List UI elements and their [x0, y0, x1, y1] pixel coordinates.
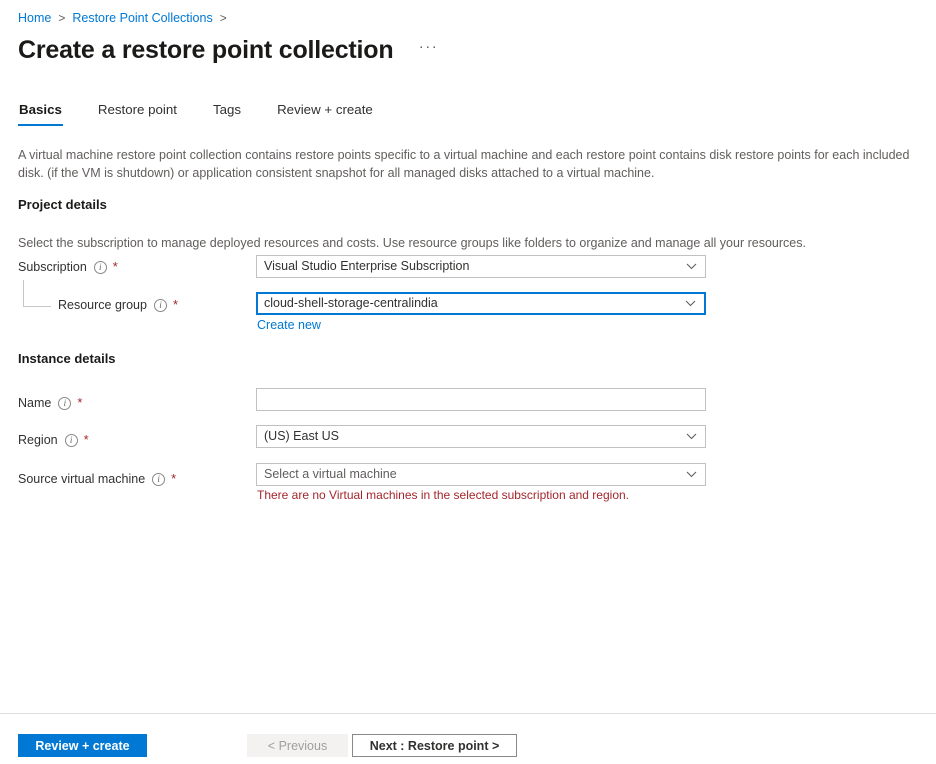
more-options-icon[interactable]: ··· — [415, 37, 441, 63]
subscription-value: Visual Studio Enterprise Subscription — [264, 257, 678, 276]
create-new-resource-group-link[interactable]: Create new — [257, 318, 321, 332]
section-heading-project-details: Project details — [18, 197, 107, 212]
chevron-down-icon — [678, 433, 704, 440]
breadcrumb-separator-2: > — [220, 9, 227, 27]
label-name: Name i * — [18, 394, 82, 412]
resource-group-dropdown[interactable]: cloud-shell-storage-centralindia — [256, 292, 706, 315]
page-title: Create a restore point collection — [18, 34, 393, 66]
label-name-text: Name — [18, 394, 51, 412]
label-subscription: Subscription i * — [18, 258, 118, 276]
label-region: Region i * — [18, 431, 89, 449]
wizard-tabs: Basics Restore point Tags Review + creat… — [18, 99, 408, 126]
section-heading-instance-details: Instance details — [18, 351, 116, 366]
source-virtual-machine-dropdown[interactable]: Select a virtual machine — [256, 463, 706, 486]
info-icon[interactable]: i — [94, 261, 107, 274]
required-indicator: * — [171, 474, 176, 484]
previous-button: < Previous — [247, 734, 348, 757]
label-subscription-text: Subscription — [18, 258, 87, 276]
tab-review-create[interactable]: Review + create — [276, 99, 374, 126]
label-resource-group-text: Resource group — [58, 296, 147, 314]
required-indicator: * — [84, 435, 89, 445]
info-icon[interactable]: i — [154, 299, 167, 312]
breadcrumb-link-home[interactable]: Home — [18, 9, 51, 27]
region-value: (US) East US — [264, 427, 678, 446]
tab-basics[interactable]: Basics — [18, 99, 63, 126]
tab-restore-point[interactable]: Restore point — [97, 99, 178, 126]
label-region-text: Region — [18, 431, 58, 449]
label-source-virtual-machine: Source virtual machine i * — [18, 470, 176, 488]
subscription-dropdown[interactable]: Visual Studio Enterprise Subscription — [256, 255, 706, 278]
chevron-down-icon — [678, 471, 704, 478]
next-button[interactable]: Next : Restore point > — [352, 734, 517, 757]
required-indicator: * — [77, 398, 82, 408]
chevron-down-icon — [678, 263, 704, 270]
required-indicator: * — [173, 300, 178, 310]
label-source-virtual-machine-text: Source virtual machine — [18, 470, 145, 488]
name-input[interactable] — [256, 388, 706, 411]
info-icon[interactable]: i — [58, 397, 71, 410]
footer-actions: Review + create < Previous Next : Restor… — [0, 714, 936, 764]
required-indicator: * — [113, 262, 118, 272]
resource-group-value: cloud-shell-storage-centralindia — [264, 294, 677, 313]
breadcrumb: Home > Restore Point Collections > — [18, 9, 234, 27]
info-icon[interactable]: i — [152, 473, 165, 486]
review-create-button[interactable]: Review + create — [18, 734, 147, 757]
title-row: Create a restore point collection ··· — [18, 34, 441, 66]
page-description: A virtual machine restore point collecti… — [18, 147, 928, 182]
section-subtext-project-details: Select the subscription to manage deploy… — [18, 235, 806, 252]
source-virtual-machine-value: Select a virtual machine — [264, 465, 678, 484]
create-restore-point-collection-page: Home > Restore Point Collections > Creat… — [0, 0, 936, 764]
region-dropdown[interactable]: (US) East US — [256, 425, 706, 448]
tab-tags[interactable]: Tags — [212, 99, 242, 126]
chevron-down-icon — [677, 300, 703, 307]
breadcrumb-link-restore-point-collections[interactable]: Restore Point Collections — [72, 9, 212, 27]
breadcrumb-separator-1: > — [58, 9, 65, 27]
info-icon[interactable]: i — [65, 434, 78, 447]
source-virtual-machine-error: There are no Virtual machines in the sel… — [257, 487, 629, 503]
label-resource-group: Resource group i * — [58, 296, 178, 314]
